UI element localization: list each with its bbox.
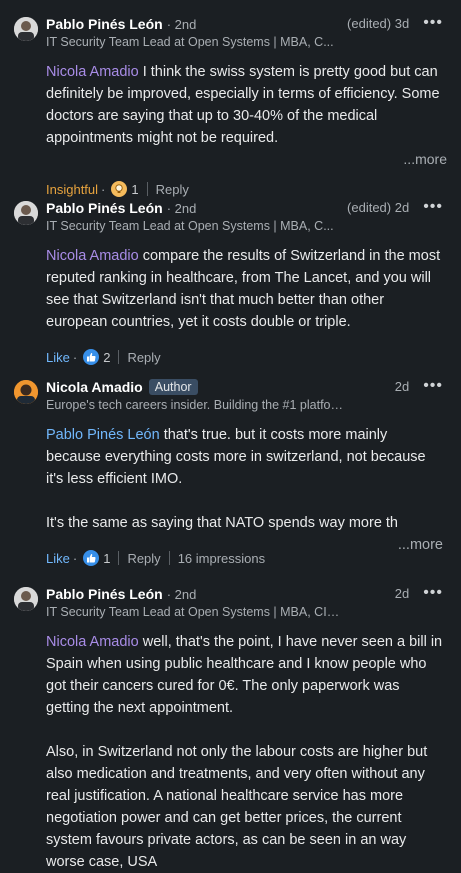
avatar[interactable] (14, 587, 38, 611)
author-headline: Europe's tech careers insider. Building … (46, 398, 346, 412)
connection-degree: · 2nd (166, 586, 197, 602)
comment: Pablo Pinés León · 2nd IT Security Team … (0, 184, 461, 365)
more-horizontal-icon[interactable]: ••• (423, 584, 443, 602)
mention-link[interactable]: Pablo Pinés León (46, 427, 160, 443)
author-headline: IT Security Team Lead at Open Systems | … (46, 605, 346, 619)
author-name[interactable]: Pablo Pinés León (46, 586, 163, 602)
mention-link[interactable]: Nicola Amadio (46, 248, 139, 264)
comment: Pablo Pinés León · 2nd IT Security Team … (0, 570, 461, 873)
thumbs-up-icon (83, 550, 100, 566)
author-headline: IT Security Team Lead at Open Systems | … (46, 219, 334, 233)
mention-link[interactable]: Nicola Amadio (46, 634, 139, 650)
comment-text-continued: Also, in Switzerland not only the labour… (46, 744, 428, 870)
author-name[interactable]: Pablo Pinés León (46, 200, 163, 216)
more-horizontal-icon[interactable]: ••• (423, 377, 443, 395)
comment: Nicola Amadio Author Europe's tech caree… (0, 363, 461, 570)
author-headline: IT Security Team Lead at Open Systems | … (46, 35, 334, 49)
comment-text: Nicola Amadio I think the swiss system i… (46, 64, 440, 146)
author-name[interactable]: Pablo Pinés León (46, 16, 163, 32)
comment: Pablo Pinés León · 2nd IT Security Team … (0, 0, 461, 197)
comment-text: Nicola Amadio well, that's the point, I … (14, 631, 447, 873)
more-horizontal-icon[interactable]: ••• (423, 198, 443, 216)
comment-text-continued: It's the same as saying that NATO spends… (46, 515, 399, 531)
comment-text: Nicola Amadio compare the results of Swi… (46, 248, 441, 330)
avatar[interactable] (14, 17, 38, 41)
see-more-link[interactable]: ...more (398, 534, 443, 556)
timestamp: (edited) 3d (347, 15, 410, 31)
connection-degree: · 2nd (166, 16, 197, 32)
author-badge: Author (148, 379, 198, 395)
comment-text: Pablo Pinés León that's true. but it cos… (14, 424, 447, 553)
author-name[interactable]: Nicola Amadio (46, 379, 143, 395)
timestamp: 2d (394, 378, 410, 394)
see-more-link[interactable]: ...more (14, 151, 447, 167)
avatar[interactable] (14, 201, 38, 225)
connection-degree: · 2nd (166, 200, 197, 216)
reaction-count[interactable]: 1 (103, 551, 110, 566)
impressions-count: 16 impressions (177, 550, 266, 566)
timestamp: 2d (394, 585, 410, 601)
more-horizontal-icon[interactable]: ••• (423, 14, 443, 32)
reply-button[interactable]: Reply (127, 551, 160, 566)
mention-link[interactable]: Nicola Amadio (46, 64, 139, 80)
avatar[interactable] (14, 380, 38, 404)
like-button[interactable]: Like (46, 551, 70, 566)
timestamp: (edited) 2d (347, 199, 410, 215)
